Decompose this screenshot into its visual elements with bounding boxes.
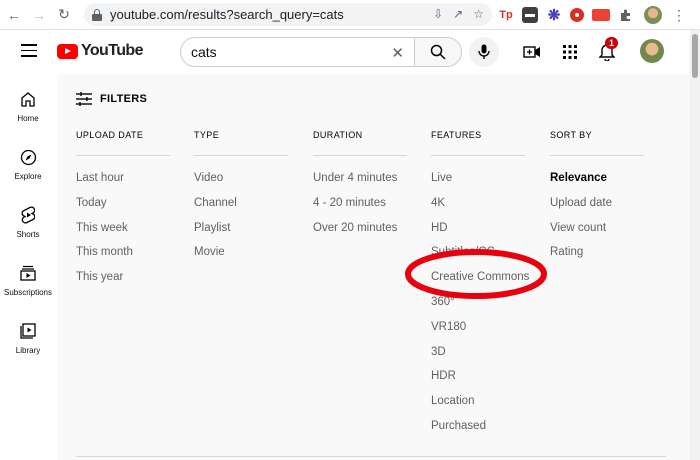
sidebar-item-label: Explore [14, 172, 42, 181]
filters-toggle[interactable]: FILTERS [76, 92, 147, 106]
filter-group-sort-by: SORT BY Relevance Upload date View count… [550, 130, 644, 265]
filter-group-heading: FEATURES [431, 130, 525, 156]
search-filters-panel: FILTERS UPLOAD DATE Last hour Today This… [57, 74, 690, 460]
browser-toolbar: ← → ↻ youtube.com/results?search_query=c… [0, 0, 700, 30]
logo-text: YouTube [81, 42, 143, 59]
filter-group-duration: DURATION Under 4 minutes 4 - 20 minutes … [313, 130, 407, 240]
filter-option-movie[interactable]: Movie [194, 240, 288, 265]
voice-search-button[interactable] [469, 37, 499, 67]
filter-option-hdr[interactable]: HDR [431, 364, 525, 389]
filter-group-type: TYPE Video Channel Playlist Movie [194, 130, 288, 265]
filter-option-subtitles-cc[interactable]: Subtitles/CC [431, 240, 525, 265]
youtube-logo[interactable]: YouTube [57, 42, 143, 60]
lock-icon [92, 8, 102, 21]
filter-option-live[interactable]: Live [431, 166, 525, 191]
filter-group-heading: SORT BY [550, 130, 644, 156]
filter-option-over-20-minutes[interactable]: Over 20 minutes [313, 216, 407, 241]
filter-option-today[interactable]: Today [76, 191, 170, 216]
notification-count-badge: 1 [605, 37, 619, 49]
filter-option-hd[interactable]: HD [431, 216, 525, 241]
filter-group-heading: DURATION [313, 130, 407, 156]
url-text: youtube.com/results?search_query=cats [110, 7, 344, 22]
filter-option-purchased[interactable]: Purchased [431, 414, 525, 439]
sidebar-item-shorts[interactable]: Shorts [0, 204, 56, 256]
share-icon[interactable]: ↗ [453, 7, 463, 21]
browser-menu-icon[interactable]: ⋮ [672, 7, 686, 24]
home-icon [21, 92, 35, 107]
sidebar-item-library[interactable]: Library [0, 320, 56, 372]
account-avatar[interactable] [640, 39, 664, 63]
filter-group-upload-date: UPLOAD DATE Last hour Today This week Th… [76, 130, 170, 290]
filter-option-this-month[interactable]: This month [76, 240, 170, 265]
filters-label: FILTERS [100, 93, 148, 105]
filter-option-4k[interactable]: 4K [431, 191, 525, 216]
mini-guide-sidebar: Home Explore Shorts Subscriptions Librar… [0, 74, 56, 460]
filter-sliders-icon [76, 92, 92, 106]
sidebar-item-home[interactable]: Home [0, 88, 56, 140]
compass-icon [20, 149, 36, 165]
search-icon [430, 44, 446, 60]
create-video-icon[interactable] [522, 42, 542, 62]
sidebar-item-subscriptions[interactable]: Subscriptions [0, 262, 56, 314]
sort-option-rating[interactable]: Rating [550, 240, 644, 265]
search-button[interactable] [414, 37, 462, 67]
search-input[interactable]: cats ✕ [180, 37, 414, 67]
filter-option-under-4-minutes[interactable]: Under 4 minutes [313, 166, 407, 191]
hamburger-menu-icon[interactable] [21, 44, 37, 57]
filter-option-this-week[interactable]: This week [76, 216, 170, 241]
sidebar-item-label: Home [17, 114, 39, 123]
gear-extension-icon[interactable]: ❋ [546, 7, 562, 24]
filter-option-location[interactable]: Location [431, 389, 525, 414]
location-extension-icon[interactable] [570, 8, 584, 22]
filter-group-heading: UPLOAD DATE [76, 130, 170, 156]
youtube-play-icon [57, 43, 78, 59]
filter-option-playlist[interactable]: Playlist [194, 216, 288, 241]
shorts-icon [21, 206, 35, 224]
sidebar-item-label: Subscriptions [3, 288, 53, 297]
apps-grid-icon[interactable] [560, 42, 580, 62]
search-query-text: cats [191, 44, 217, 60]
filter-option-3d[interactable]: 3D [431, 340, 525, 365]
clear-search-icon[interactable]: ✕ [391, 44, 404, 62]
sort-option-view-count[interactable]: View count [550, 216, 644, 241]
meter-extension-icon[interactable] [522, 7, 538, 23]
reload-icon[interactable]: ↻ [53, 4, 75, 26]
filter-option-creative-commons[interactable]: Creative Commons [431, 265, 529, 290]
sidebar-item-explore[interactable]: Explore [0, 146, 56, 198]
microphone-icon [478, 44, 490, 59]
red-tag-extension-icon[interactable] [592, 9, 610, 21]
sidebar-item-label: Shorts [16, 230, 40, 239]
filter-option-this-year[interactable]: This year [76, 265, 170, 290]
filter-option-360[interactable]: 360° [431, 290, 525, 315]
sort-option-relevance[interactable]: Relevance [550, 166, 644, 191]
tp-extension-icon[interactable]: Tp [498, 7, 514, 23]
filter-option-4-20-minutes[interactable]: 4 - 20 minutes [313, 191, 407, 216]
filter-group-heading: TYPE [194, 130, 288, 156]
sort-option-upload-date[interactable]: Upload date [550, 191, 644, 216]
filter-option-last-hour[interactable]: Last hour [76, 166, 170, 191]
filter-option-vr180[interactable]: VR180 [431, 315, 525, 340]
browser-profile-avatar[interactable] [644, 6, 662, 24]
bookmark-star-icon[interactable]: ☆ [473, 7, 484, 21]
install-app-icon[interactable]: ⇩ [433, 7, 443, 21]
back-arrow-icon[interactable]: ← [3, 4, 25, 26]
sidebar-item-label: Library [15, 346, 41, 355]
page-scrollbar[interactable] [690, 30, 700, 460]
filter-group-features: FEATURES Live 4K HD Subtitles/CC Creativ… [431, 130, 529, 439]
forward-arrow-icon[interactable]: → [28, 4, 50, 26]
youtube-header: YouTube cats ✕ 1 [0, 30, 690, 74]
scrollbar-thumb[interactable] [692, 34, 698, 78]
library-icon [20, 323, 36, 339]
subscriptions-icon [20, 265, 36, 281]
address-bar[interactable]: youtube.com/results?search_query=cats ⇩ … [84, 3, 492, 26]
notifications-bell-icon[interactable]: 1 [597, 37, 619, 62]
filter-option-video[interactable]: Video [194, 166, 288, 191]
filters-bottom-divider [76, 456, 666, 457]
extensions-puzzle-icon[interactable] [618, 7, 634, 23]
filter-option-channel[interactable]: Channel [194, 191, 288, 216]
